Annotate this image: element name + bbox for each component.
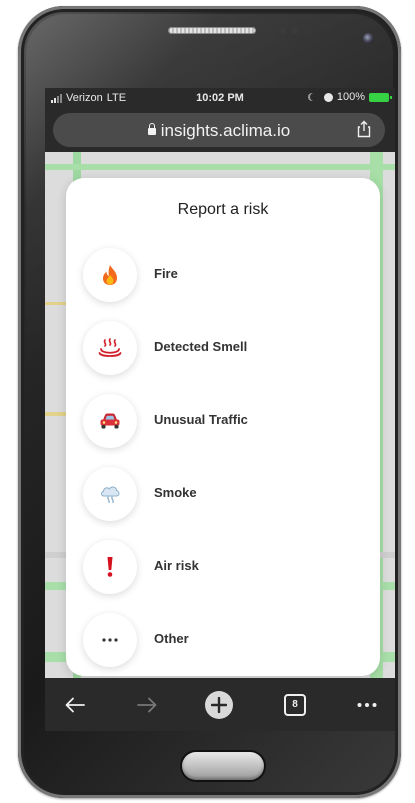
exclamation-icon	[107, 557, 113, 577]
risk-label: Fire	[154, 266, 178, 281]
risk-label: Other	[154, 631, 189, 646]
tabs-button[interactable]: 8	[270, 678, 320, 731]
share-icon[interactable]	[357, 120, 371, 138]
risk-option-other[interactable]: Other	[66, 613, 380, 675]
url-text: insights.aclima.io	[160, 121, 291, 140]
battery-percent: 100%	[336, 91, 365, 103]
report-risk-modal: Report a risk Fire Detected Smell Unusua…	[66, 178, 380, 676]
risk-label: Air risk	[154, 558, 199, 573]
phone-screen: Verizon LTE 10:02 PM 100% insights.aclim…	[45, 88, 395, 731]
phone-frame-scene: Verizon LTE 10:02 PM 100% insights.aclim…	[0, 0, 415, 803]
phone-sensor	[280, 28, 286, 34]
new-tab-button[interactable]	[194, 678, 244, 731]
more-menu-button[interactable]	[342, 678, 392, 731]
back-button[interactable]	[50, 678, 100, 731]
front-camera	[363, 33, 374, 44]
smoke-icon	[101, 486, 120, 504]
phone-speaker	[168, 27, 256, 34]
forward-arrow-icon	[137, 697, 157, 712]
risk-label: Detected Smell	[154, 339, 248, 354]
more-icon	[357, 702, 377, 707]
tabs-icon: 8	[284, 693, 306, 716]
battery-icon	[369, 92, 392, 102]
lock-icon	[147, 123, 156, 135]
risk-label: Smoke	[154, 485, 197, 500]
forward-button[interactable]	[122, 678, 172, 731]
home-button[interactable]	[182, 752, 264, 780]
do-not-disturb-icon	[310, 93, 318, 101]
browser-toolbar: 8	[45, 678, 395, 731]
browser-header: insights.aclima.io	[45, 108, 395, 152]
status-bar: Verizon LTE 10:02 PM 100%	[45, 88, 395, 108]
fire-icon	[103, 265, 117, 285]
risk-option-smoke[interactable]: Smoke	[66, 467, 380, 529]
address-bar[interactable]: insights.aclima.io	[53, 113, 385, 147]
risk-label: Unusual Traffic	[154, 412, 248, 427]
new-tab-plus-icon	[211, 696, 227, 713]
smell-icon	[98, 338, 122, 357]
risk-option-detected-smell[interactable]: Detected Smell	[66, 321, 380, 383]
car-icon	[100, 413, 120, 429]
risk-option-fire[interactable]: Fire	[66, 248, 380, 310]
phone-sensor	[292, 28, 298, 34]
modal-title: Report a risk	[177, 201, 269, 218]
risk-option-air-risk[interactable]: Air risk	[66, 540, 380, 602]
risk-option-unusual-traffic[interactable]: Unusual Traffic	[66, 394, 380, 456]
alarm-icon	[323, 92, 333, 102]
more-icon	[102, 638, 118, 642]
back-arrow-icon	[65, 697, 85, 712]
